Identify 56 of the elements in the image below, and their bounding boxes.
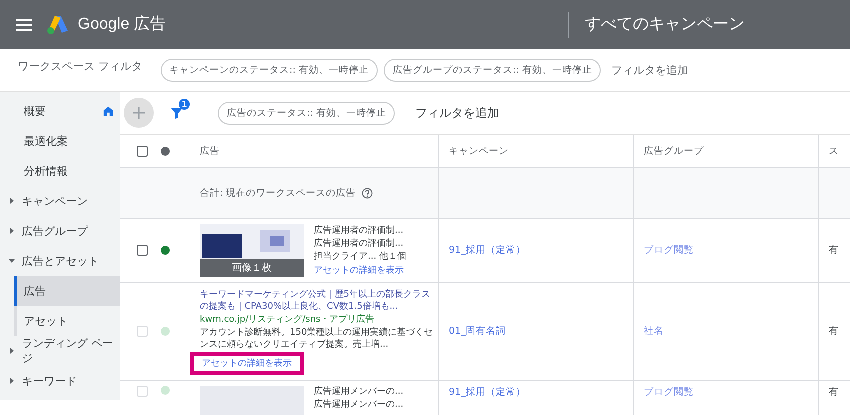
filter-count-badge: 1 bbox=[179, 99, 190, 110]
sidebar-item[interactable]: キャンペーン bbox=[0, 186, 120, 216]
home-icon bbox=[103, 106, 114, 116]
table-cell: 有 bbox=[829, 386, 839, 399]
filter-chip[interactable]: キャンペーンのステータス:: 有効、一時停止 bbox=[160, 58, 378, 82]
product-name: Google 広告 bbox=[78, 14, 168, 35]
ad-description: アカウント診断無料。150業種以上の運用実績に基づくセンスに頼らないクリエイティブ提案。売上増... bbox=[200, 326, 434, 350]
add-button[interactable] bbox=[124, 98, 154, 128]
ad-text: 広告運用メンバーの... bbox=[314, 386, 404, 398]
ad-text: 広告運用者の評価制... bbox=[314, 224, 405, 236]
ad-text: 広告運用者の評価制... bbox=[314, 238, 405, 250]
campaign-link[interactable]: 91_採用（定常） bbox=[449, 386, 526, 399]
campaign-link[interactable]: 01_固有名詞 bbox=[449, 325, 506, 338]
add-filter-button[interactable]: フィルタを追加 bbox=[607, 60, 692, 80]
sidebar-item[interactable]: 広告とアセット bbox=[0, 246, 120, 276]
row-checkbox[interactable] bbox=[137, 245, 148, 256]
logo-icon bbox=[46, 14, 70, 36]
asset-details-link[interactable]: アセットの詳細を表示 bbox=[314, 264, 406, 276]
filter-icon[interactable] bbox=[170, 106, 184, 120]
menu-icon[interactable] bbox=[16, 18, 32, 32]
campaign-link[interactable]: 91_採用（定常） bbox=[449, 244, 526, 257]
column-header[interactable]: キャンペーン bbox=[449, 144, 509, 158]
caret-icon[interactable] bbox=[8, 347, 16, 355]
column-header[interactable]: 広告 bbox=[200, 144, 220, 158]
caret-icon[interactable] bbox=[8, 227, 16, 235]
status-dot bbox=[161, 146, 170, 156]
table-cell: 有 bbox=[829, 325, 839, 338]
ad-text: 担当クライア... 他１個 bbox=[314, 250, 406, 262]
help-icon[interactable] bbox=[362, 188, 374, 198]
sidebar-item[interactable]: キーワード bbox=[0, 366, 120, 396]
ad-url: kwm.co.jp/リスティング/sns・アプリ広告 bbox=[200, 314, 376, 326]
summary-label: 合計: 現在のワークスペースの広告 bbox=[200, 186, 356, 200]
sidebar-item[interactable]: ランディング ページ bbox=[0, 336, 120, 366]
select-all-checkbox[interactable] bbox=[137, 146, 148, 156]
asset-details-link[interactable]: アセットの詳細を表示 bbox=[202, 356, 292, 370]
ad-image-preview: 画像１枚 bbox=[200, 224, 304, 277]
caret-icon[interactable] bbox=[8, 257, 16, 265]
sidebar-item[interactable]: 広告 bbox=[14, 276, 120, 306]
sidebar-item[interactable]: アセット bbox=[14, 306, 120, 336]
filter-chip[interactable]: 広告のステータス:: 有効、一時停止 bbox=[218, 102, 396, 124]
ad-text: 広告運用メンバーの... bbox=[314, 399, 404, 411]
plus-icon bbox=[132, 106, 146, 120]
workspace-filter-label: ワークスペース フィルタ bbox=[18, 58, 142, 74]
page-title: すべてのキャンペーン bbox=[585, 14, 745, 35]
ad-headline: キーワードマーケティング公式 | 歴5年以上の部長クラスの提案も | CPA30%以上良化、CV数1.5倍増も... bbox=[200, 288, 432, 312]
caret-icon[interactable] bbox=[8, 197, 16, 205]
column-header[interactable]: 広告グループ bbox=[644, 144, 704, 158]
sidebar-item[interactable]: 分析情報 bbox=[0, 156, 120, 186]
table-cell: 有 bbox=[829, 244, 839, 257]
add-filter-button[interactable]: フィルタを追加 bbox=[411, 102, 504, 124]
filter-chip[interactable]: 広告グループのステータス:: 有効、一時停止 bbox=[384, 58, 602, 82]
sidebar-item[interactable]: 概要 bbox=[0, 96, 120, 126]
caret-icon[interactable] bbox=[8, 377, 16, 385]
sidebar-item[interactable]: 広告グループ bbox=[0, 216, 120, 246]
sidebar-item[interactable]: 最適化案 bbox=[0, 126, 120, 156]
column-header[interactable]: ス bbox=[829, 144, 839, 158]
